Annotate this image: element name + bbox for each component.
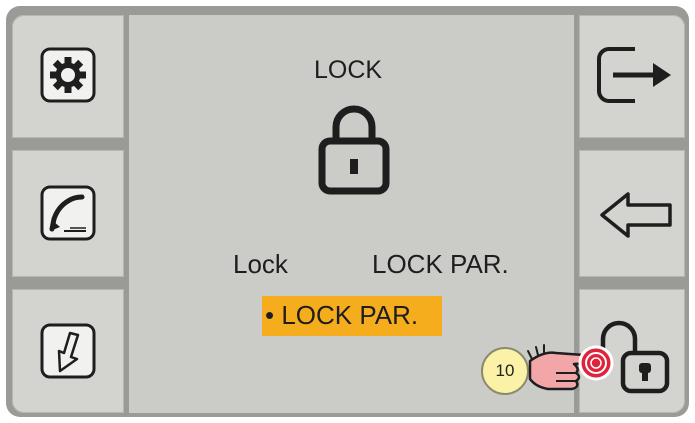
back-button[interactable] [579,150,685,277]
pointing-hand-icon [527,344,614,391]
welding-torch-icon [40,185,96,241]
selected-option-label: • LOCK PAR. [265,300,419,330]
lock-par-option[interactable]: LOCK PAR. [372,249,509,280]
step-number-badge: 10 [481,347,529,395]
lock-option[interactable]: Lock [233,249,288,280]
down-arrow-icon [40,323,96,379]
welding-torch-button[interactable] [12,150,124,277]
down-button[interactable] [12,289,124,413]
exit-icon [597,47,671,103]
page-title: LOCK [314,56,383,84]
settings-button[interactable] [12,15,124,138]
back-arrow-icon [600,192,672,238]
selected-option-highlight[interactable]: • LOCK PAR. [262,296,442,336]
exit-button[interactable] [579,15,685,138]
press-indicator-icon [578,345,614,381]
lock-icon [318,105,390,195]
gear-icon [40,47,96,103]
